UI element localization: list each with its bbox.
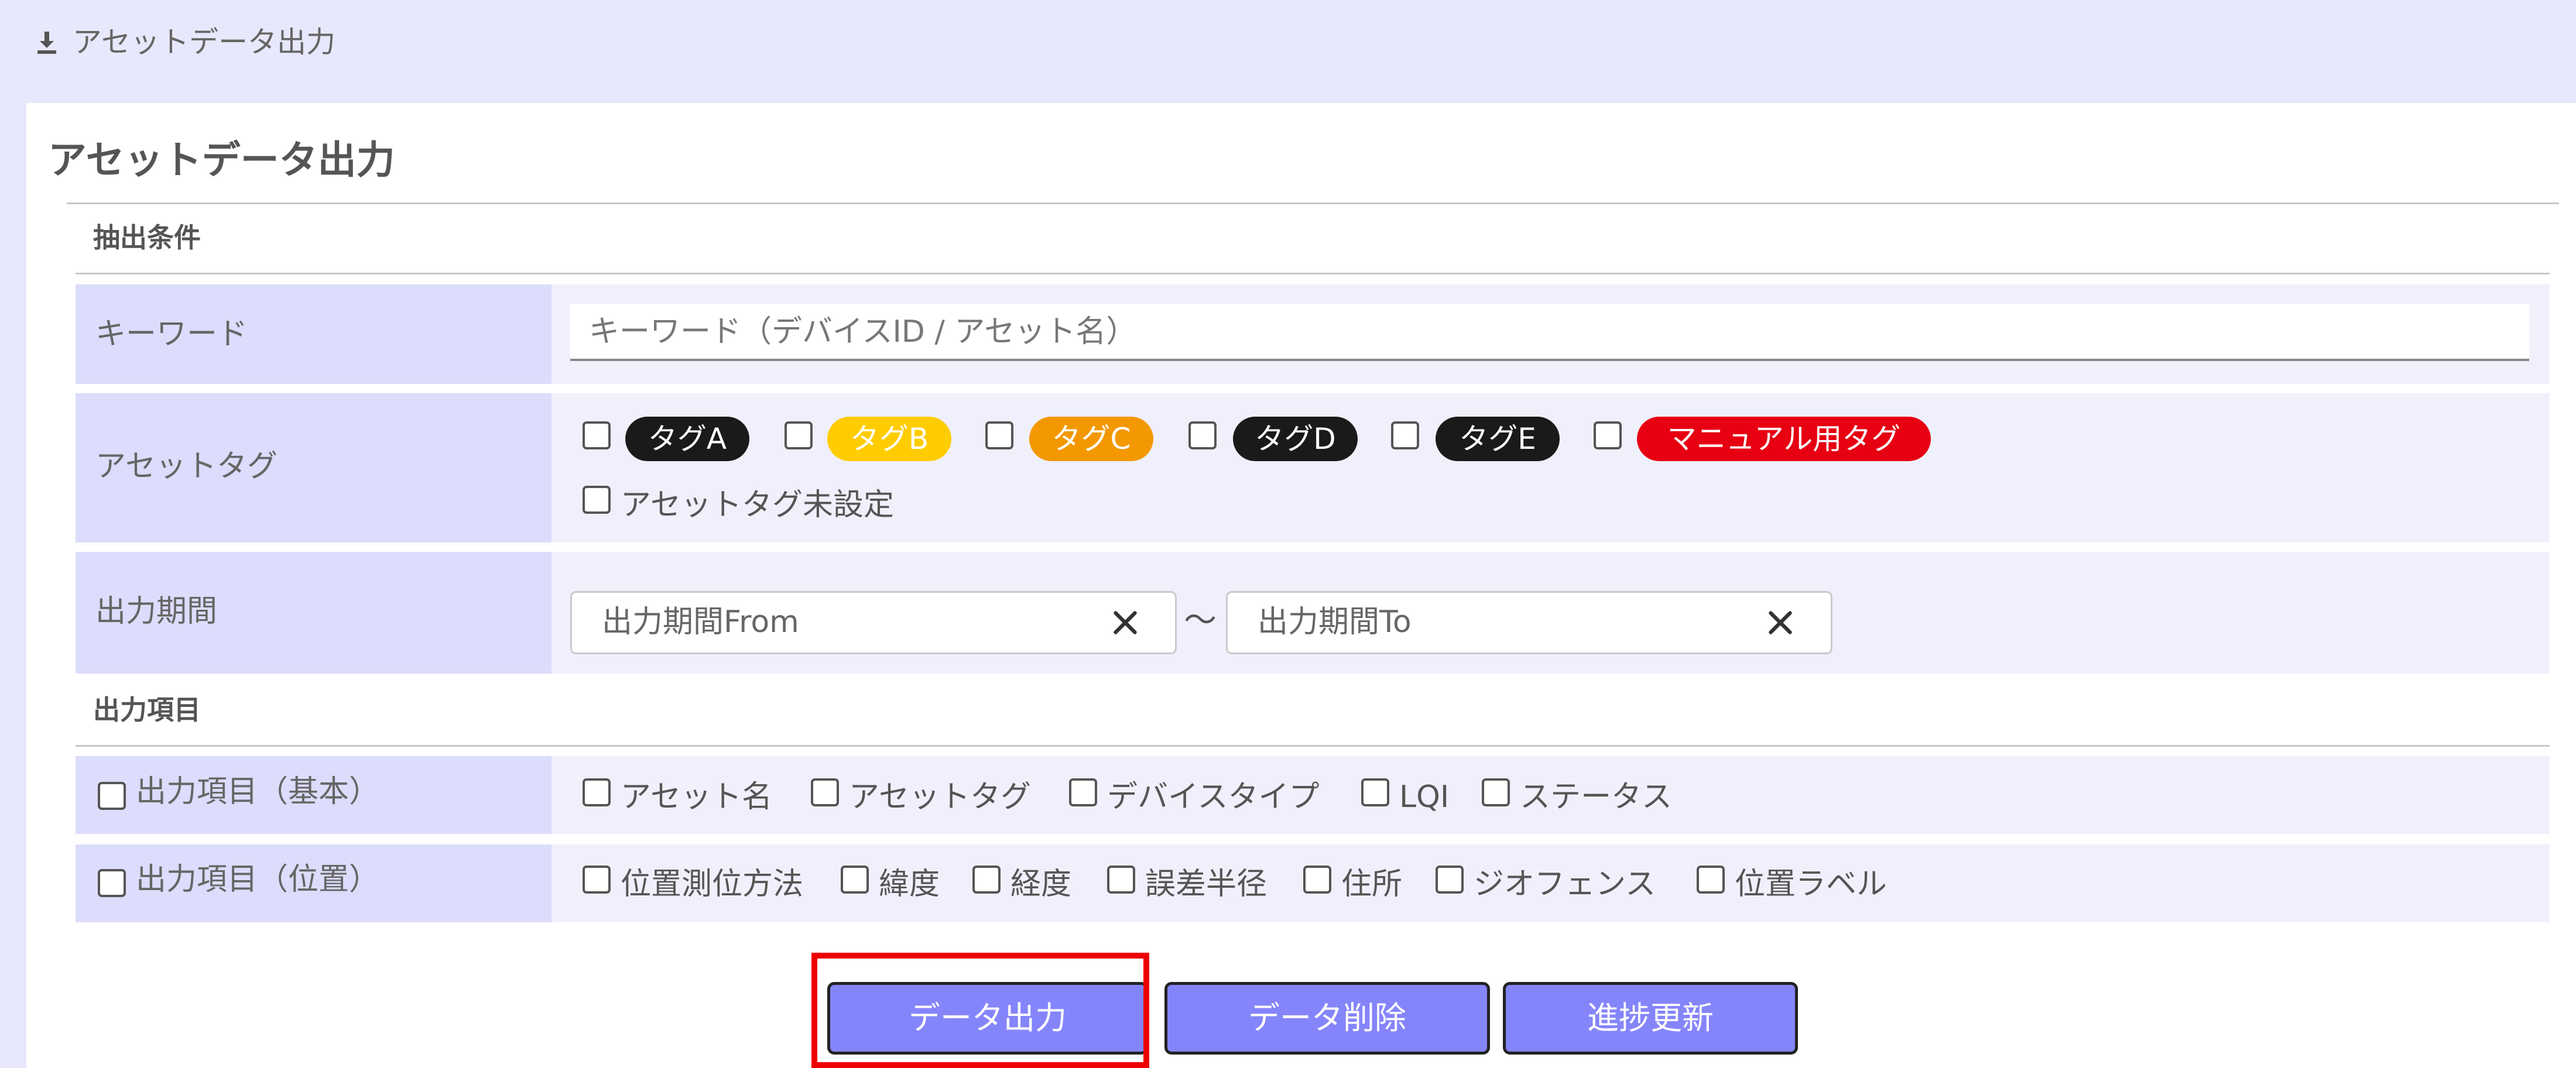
output-location-label-option: 位置ラベル [1735, 867, 1888, 902]
output-longitude-checkbox[interactable] [972, 866, 1001, 894]
output-geofence-label: ジオフェンス [1474, 867, 1656, 902]
title-divider [67, 202, 2559, 204]
output-lqi-checkbox[interactable] [1361, 778, 1389, 806]
output-location-label-checkbox[interactable] [1697, 866, 1725, 894]
output-location-label: 出力項目（位置） [136, 862, 380, 897]
tag-e-chip: タグE [1436, 417, 1560, 461]
manual-tag-chip: マニュアル用タグ [1637, 417, 1931, 461]
period-from-clear-icon[interactable] [1112, 610, 1138, 636]
asset-tag-label-cell: アセットタグ [76, 393, 551, 542]
delete-data-button[interactable]: データ削除 [1164, 982, 1490, 1055]
output-longitude-label: 経度 [1010, 867, 1072, 902]
period-to-clear-icon[interactable] [1767, 610, 1793, 636]
output-error-radius-checkbox[interactable] [1107, 866, 1135, 894]
section-divider [76, 745, 2550, 747]
tag-d-chip: タグD [1233, 417, 1358, 461]
highlight-box [811, 953, 1149, 1068]
output-positioning-method-checkbox[interactable] [583, 866, 611, 894]
tag-a-checkbox[interactable] [583, 421, 611, 449]
output-positioning-method-label: 位置測位方法 [621, 867, 804, 902]
output-latitude-checkbox[interactable] [841, 866, 869, 894]
period-to-placeholder: 出力期間To [1258, 605, 1412, 640]
page-title: アセットデータ出力 [48, 138, 395, 183]
output-address-checkbox[interactable] [1303, 866, 1331, 894]
tag-d-checkbox[interactable] [1188, 421, 1217, 449]
output-status-checkbox[interactable] [1482, 778, 1510, 806]
period-from-placeholder: 出力期間From [602, 605, 799, 640]
output-error-radius-label: 誤差半径 [1145, 867, 1268, 902]
keyword-label-cell: キーワード [76, 284, 551, 384]
tag-b-checkbox[interactable] [785, 421, 813, 449]
period-label: 出力期間 [95, 594, 218, 629]
keyword-label: キーワード [95, 317, 248, 352]
output-basic-label: 出力項目（基本） [136, 774, 380, 809]
keyword-placeholder: キーワード（デバイスID / アセット名） [589, 314, 1137, 349]
section-title-extraction: 抽出条件 [93, 222, 201, 253]
period-separator: 〜 [1184, 602, 1217, 640]
output-location-all-checkbox[interactable] [98, 869, 126, 897]
output-asset-tag-checkbox[interactable] [811, 778, 839, 806]
refresh-progress-button[interactable]: 進捗更新 [1503, 982, 1798, 1055]
untagged-label: アセットタグ未設定 [621, 487, 894, 523]
output-device-type-label: デバイスタイプ [1107, 779, 1320, 815]
section-divider [76, 273, 2550, 274]
output-lqi-label: LQI [1399, 779, 1450, 815]
tag-e-checkbox[interactable] [1391, 421, 1419, 449]
top-bar: アセットデータ出力 [0, 0, 2576, 103]
breadcrumb-title: アセットデータ出力 [73, 25, 335, 59]
tag-c-checkbox[interactable] [985, 421, 1013, 449]
output-basic-all-checkbox[interactable] [98, 782, 126, 810]
download-icon [37, 32, 56, 54]
output-status-label: ステータス [1520, 779, 1673, 815]
output-address-label: 住所 [1341, 867, 1403, 902]
period-label-cell: 出力期間 [76, 552, 551, 674]
output-geofence-checkbox[interactable] [1436, 866, 1464, 894]
output-device-type-checkbox[interactable] [1069, 778, 1097, 806]
output-asset-name-checkbox[interactable] [583, 778, 611, 806]
tag-b-chip: タグB [827, 417, 951, 461]
output-latitude-label: 緯度 [879, 867, 940, 902]
asset-tag-label: アセットタグ [95, 449, 278, 484]
output-asset-tag-label: アセットタグ [849, 779, 1031, 815]
tag-a-chip: タグA [625, 417, 749, 461]
section-title-output: 出力項目 [93, 694, 201, 726]
untagged-checkbox[interactable] [583, 486, 611, 514]
manual-tag-checkbox[interactable] [1594, 421, 1622, 449]
tag-c-chip: タグC [1029, 417, 1153, 461]
output-asset-name-label: アセット名 [621, 779, 772, 815]
